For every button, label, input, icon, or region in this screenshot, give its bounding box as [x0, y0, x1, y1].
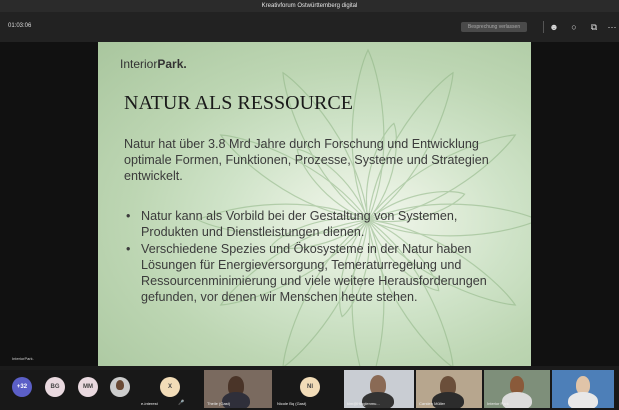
slide-bullet-list: Natur kann als Vorbild bei der Gestaltun… [124, 208, 514, 305]
toolbar-separator [543, 21, 544, 33]
chat-icon[interactable]: ○ [568, 21, 580, 33]
participant-tile[interactable]: Carsten Müller [416, 370, 482, 408]
participant-name: kim@Hinglenmu... [347, 401, 380, 406]
participant-name: Nicole Bq (Gast) [277, 401, 307, 406]
presentation-slide: InteriorPark. NATUR ALS RESSOURCE Natur … [98, 42, 531, 366]
participant-tile[interactable]: Interior Park [484, 370, 550, 408]
share-icon[interactable]: ⧉ [588, 21, 600, 33]
participant-photo-avatar[interactable] [110, 377, 130, 397]
more-participants-badge[interactable]: +32 [12, 377, 32, 397]
participant-avatar[interactable]: BG [45, 377, 65, 397]
window-title: Kreativforum Ostwürttemberg digital [0, 0, 619, 12]
participants-icon[interactable]: ☻ [548, 21, 560, 33]
participant-avatar[interactable]: MM [78, 377, 98, 397]
meeting-timer: 01:03:06 [8, 23, 32, 29]
slide-bullet: Verschiedene Spezies und Ökosysteme in d… [124, 241, 514, 305]
participant-name: Carsten Müller [419, 401, 446, 406]
participant-tile[interactable]: NI Nicole Bq (Gast) [274, 370, 340, 408]
mic-off-icon: 🎤 [178, 400, 185, 406]
participant-tile[interactable]: X e-interest 🎤 [138, 370, 202, 408]
leave-meeting-button[interactable]: Besprechung verlassen [461, 22, 527, 32]
participant-name: e-interest [141, 401, 158, 406]
participant-tile[interactable] [552, 370, 614, 408]
slide-logo: InteriorPark. [120, 57, 187, 71]
slide-heading: NATUR ALS RESSOURCE [124, 92, 353, 114]
participant-name: Theile (Gast) [207, 401, 231, 406]
participant-avatar: X [160, 377, 180, 397]
more-icon[interactable]: ⋯ [606, 21, 618, 33]
succulent-background [196, 48, 531, 366]
participant-avatar: NI [300, 377, 320, 397]
participant-tile[interactable]: Theile (Gast) [204, 370, 272, 408]
slide-bullet: Natur kann als Vorbild bei der Gestaltun… [124, 208, 514, 240]
participant-tile[interactable]: kim@Hinglenmu... [344, 370, 414, 408]
slide-intro-text: Natur hat über 3.8 Mrd Jahre durch Forsc… [124, 137, 489, 183]
stage-mini-logo: InteriorPark. [12, 356, 34, 361]
participant-name: Interior Park [487, 401, 509, 406]
